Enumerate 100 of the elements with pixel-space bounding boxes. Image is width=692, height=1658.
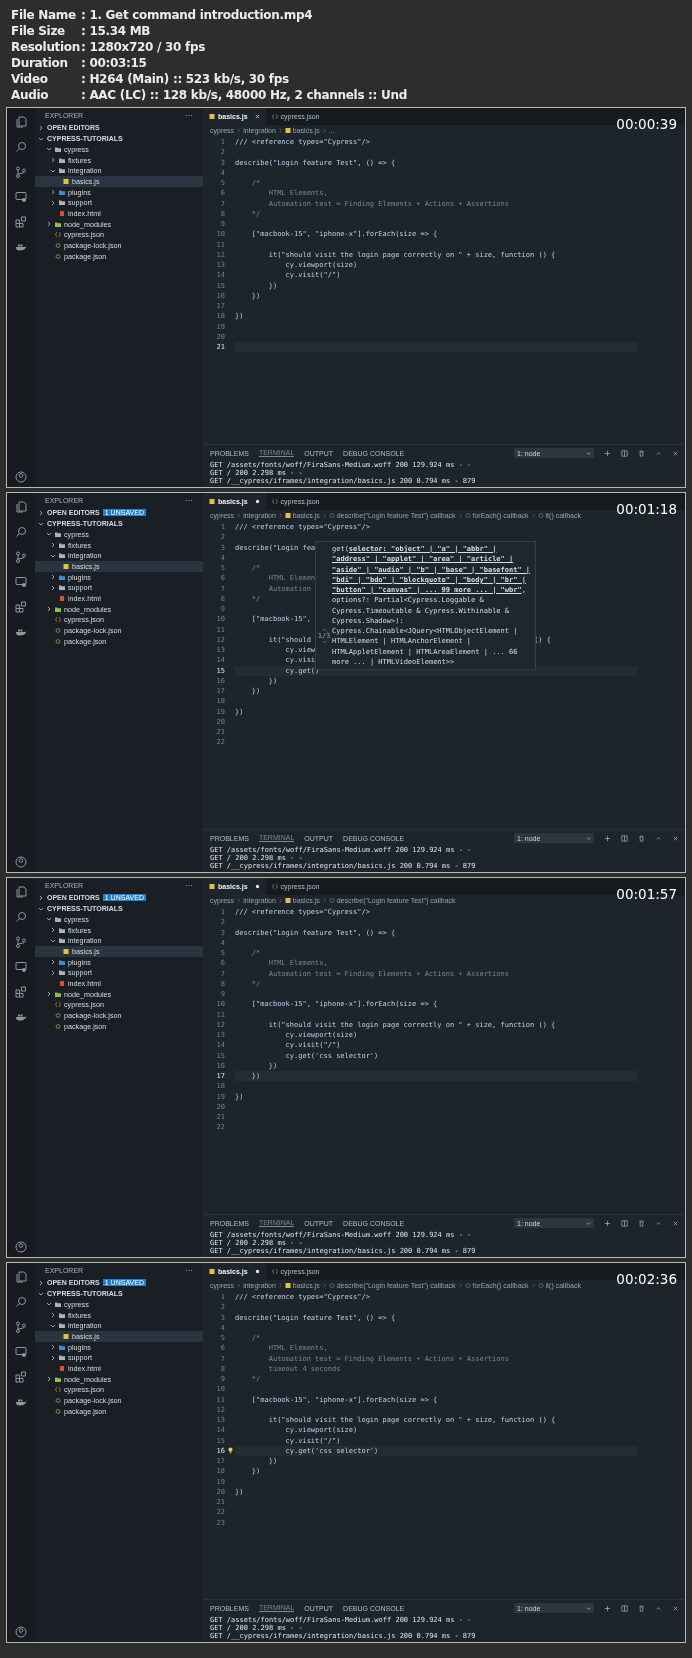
close-icon[interactable] [672,1604,679,1612]
js-file-icon [284,128,291,133]
cube-icon [464,1283,471,1288]
cube-icon [328,513,335,518]
account-icon[interactable] [15,1626,27,1638]
timestamp: 00:01:57 [616,886,677,902]
trash-icon[interactable] [638,1604,645,1612]
chevron-down-icon[interactable] [321,639,327,643]
info-label: File Name [11,8,77,22]
search-icon[interactable] [15,911,27,923]
circle-icon [55,243,61,249]
info-label: File Size [11,24,66,38]
account-icon[interactable] [15,856,27,868]
chevron-icon [46,606,52,613]
chevron-icon [277,128,283,133]
plus-icon[interactable] [604,834,611,842]
circle-icon [55,1408,61,1414]
trash-icon[interactable] [638,1219,645,1227]
files-icon[interactable] [15,116,27,128]
account-icon[interactable] [15,1241,27,1253]
search-icon[interactable] [15,141,27,153]
caret-icon [586,1605,591,1611]
circle-icon [55,1023,61,1029]
close-icon[interactable] [672,449,679,457]
split-icon[interactable] [621,1219,628,1227]
chevron-up-icon[interactable] [655,1219,662,1227]
unsaved-dot-icon [254,499,260,504]
extensions-icon[interactable] [15,1371,27,1383]
html-file-icon [59,980,65,986]
circle-icon [55,638,61,644]
js-file-icon [209,1269,215,1274]
cube-icon [328,1283,335,1288]
chevron-icon [236,513,242,518]
plus-icon[interactable] [604,1604,611,1612]
close-icon[interactable] [672,1219,679,1227]
timestamp: 00:00:39 [616,116,677,132]
trash-icon[interactable] [638,449,645,457]
circle-icon [55,1013,61,1019]
timestamp: 00:02:36 [616,1271,677,1287]
source-control-icon[interactable] [15,551,27,563]
chevron-up-icon[interactable] [655,834,662,842]
split-icon[interactable] [621,449,628,457]
trash-icon[interactable] [638,834,645,842]
split-icon[interactable] [621,834,628,842]
search-icon[interactable] [15,1296,27,1308]
more-icon[interactable] [185,883,193,887]
braces-icon [271,884,278,889]
remote-icon[interactable] [15,576,27,588]
remote-icon[interactable] [15,191,27,203]
braces-icon [55,232,61,238]
chevron-icon [236,128,242,133]
cube-icon [464,513,471,518]
search-icon[interactable] [15,526,27,538]
plus-icon[interactable] [604,1219,611,1227]
more-icon[interactable] [185,1268,193,1272]
braces-icon [55,617,61,623]
js-file-icon [209,884,215,889]
info-label: Audio [11,88,50,102]
extensions-icon[interactable] [15,216,27,228]
info-value: : 00:03:15 [81,56,147,70]
braces-icon [271,1269,278,1274]
chevron-icon [530,1283,536,1288]
source-control-icon[interactable] [15,166,27,178]
cube-icon [328,898,335,903]
chevron-up-icon[interactable] [655,449,662,457]
circle-icon [55,628,61,634]
info-label: Duration [11,56,69,70]
chevron-icon [236,898,242,903]
html-file-icon [59,1365,65,1371]
chevron-icon [457,513,463,518]
cube-icon [537,513,544,518]
js-file-icon [209,114,215,119]
remote-icon[interactable] [15,1346,27,1358]
chevron-icon [277,898,283,903]
files-icon[interactable] [15,886,27,898]
source-control-icon[interactable] [15,936,27,948]
files-icon[interactable] [15,501,27,513]
extensions-icon[interactable] [15,601,27,613]
more-icon[interactable] [185,498,193,502]
remote-icon[interactable] [15,961,27,973]
close-icon[interactable] [672,834,679,842]
braces-icon [271,499,278,504]
more-icon[interactable] [185,113,193,117]
plus-icon[interactable] [604,449,611,457]
split-icon[interactable] [621,1604,628,1612]
files-icon[interactable] [15,1271,27,1283]
js-file-icon [63,948,69,954]
chevron-icon [530,513,536,518]
lightbulb-icon[interactable] [227,1447,233,1455]
source-control-icon[interactable] [15,1321,27,1333]
info-value: : H264 (Main) :: 523 kb/s, 30 fps [81,72,289,86]
js-file-icon [63,178,69,184]
account-icon[interactable] [15,471,27,483]
braces-icon [55,1002,61,1008]
chevron-up-icon[interactable] [655,1604,662,1612]
caret-icon [586,835,591,841]
extensions-icon[interactable] [15,986,27,998]
info-value: : 15.34 MB [81,24,151,38]
html-file-icon [59,210,65,216]
braces-icon [55,1387,61,1393]
